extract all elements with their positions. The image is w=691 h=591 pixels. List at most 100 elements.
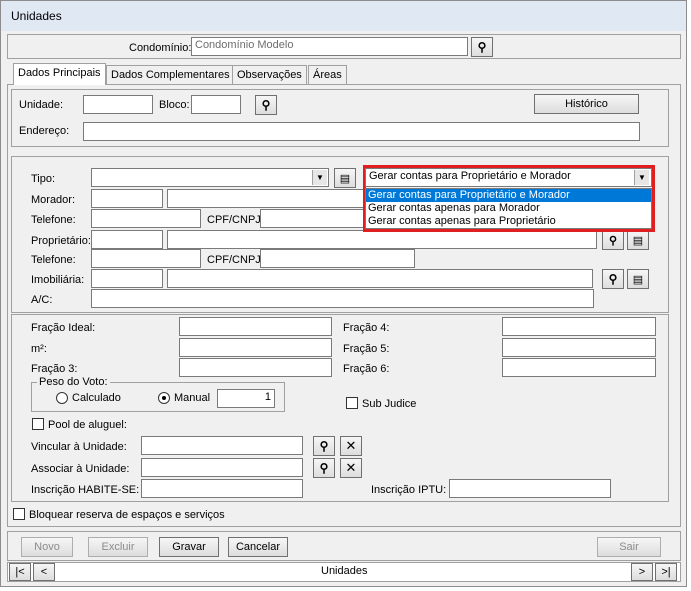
associar-input[interactable] [141, 458, 303, 477]
unidade-input[interactable] [83, 95, 153, 114]
tab-dados-principais[interactable]: Dados Principais [13, 63, 106, 85]
ac-input[interactable] [91, 289, 594, 308]
manual-label[interactable]: Manual [174, 392, 210, 404]
form-icon: ▤ [339, 172, 351, 185]
fracao-ideal-input[interactable] [179, 317, 332, 336]
vincular-label: Vincular à Unidade: [31, 441, 127, 453]
morador-name-input[interactable] [167, 189, 367, 208]
imobiliaria-code-input[interactable] [91, 269, 163, 288]
iptu-input[interactable] [449, 479, 611, 498]
sub-judice-label[interactable]: Sub Judice [362, 398, 416, 410]
ac-label: A/C: [31, 294, 53, 306]
cpf-label: CPF/CNPJ: [207, 214, 264, 226]
nav-last-button[interactable]: >| [655, 563, 677, 581]
manual-value-input[interactable]: 1 [217, 389, 275, 408]
billing-option[interactable]: Gerar contas apenas para Proprietário [366, 215, 651, 228]
search-associar-button[interactable]: ⚲ [313, 458, 335, 478]
excluir-button[interactable]: Excluir [88, 537, 148, 557]
unidades-window: Unidades Condomínio: Condomínio Modelo ⚲… [0, 0, 687, 587]
fracao5-label: Fração 5: [343, 343, 390, 355]
endereco-input[interactable] [83, 122, 640, 141]
tipo-label: Tipo: [31, 173, 56, 185]
close-icon: ✕ [345, 460, 357, 475]
habite-input[interactable] [141, 479, 303, 498]
clear-associar-button[interactable]: ✕ [340, 458, 362, 478]
billing-option[interactable]: Gerar contas para Proprietário e Morador [366, 189, 651, 202]
condominio-field[interactable]: Condomínio Modelo [191, 37, 468, 56]
historico-button[interactable]: Histórico [534, 94, 639, 114]
telefone-input[interactable] [91, 209, 201, 228]
proprietario-label: Proprietário: [31, 235, 91, 247]
calculado-radio[interactable] [56, 392, 68, 404]
fracao3-label: Fração 3: [31, 363, 78, 375]
sair-button[interactable]: Sair [597, 537, 661, 557]
manual-radio[interactable] [158, 392, 170, 404]
cpf2-input[interactable] [260, 249, 415, 268]
tab-observacoes[interactable]: Observações [232, 65, 307, 85]
binoculars-icon: ⚲ [477, 40, 487, 54]
tab-areas[interactable]: Áreas [308, 65, 347, 85]
telefone2-label: Telefone: [31, 254, 76, 266]
cancelar-button[interactable]: Cancelar [228, 537, 288, 557]
fracao4-input[interactable] [502, 317, 656, 336]
unidade-label: Unidade: [19, 99, 64, 111]
fracao6-label: Fração 6: [343, 363, 390, 375]
tab-dados-complementares[interactable]: Dados Complementares [106, 65, 235, 85]
billing-option[interactable]: Gerar contas apenas para Morador [366, 202, 651, 215]
tipo-select[interactable]: ▼ [91, 168, 329, 187]
bloco-input[interactable] [191, 95, 241, 114]
chevron-down-icon: ▼ [312, 170, 327, 185]
people-icon: ⚲ [608, 234, 618, 247]
gravar-button[interactable]: Gravar [159, 537, 219, 557]
search-vincular-button[interactable]: ⚲ [313, 436, 335, 456]
fracao-ideal-label: Fração Ideal: [31, 322, 96, 334]
cpf2-label: CPF/CNPJ: [207, 254, 264, 266]
imobiliaria-form-button[interactable]: ▤ [627, 269, 649, 289]
proprietario-name-input[interactable] [167, 230, 597, 249]
telefone2-input[interactable] [91, 249, 201, 268]
search-imobiliaria-button[interactable]: ⚲ [602, 269, 624, 289]
chevron-down-icon[interactable]: ▼ [634, 170, 649, 185]
fracao4-label: Fração 4: [343, 322, 390, 334]
billing-select[interactable]: Gerar contas para Proprietário e Morador [365, 168, 652, 187]
peso-voto-label: Peso do Voto: [37, 376, 110, 388]
pool-checkbox[interactable] [32, 418, 44, 430]
pool-label[interactable]: Pool de aluguel: [48, 419, 127, 431]
imobiliaria-label: Imobiliária: [31, 274, 85, 286]
nav-next-button[interactable]: > [631, 563, 653, 581]
fracao6-input[interactable] [502, 358, 656, 377]
morador-code-input[interactable] [91, 189, 163, 208]
search-condominio-button[interactable]: ⚲ [471, 37, 493, 57]
navigator-label: Unidades [321, 565, 368, 577]
bloquear-label[interactable]: Bloquear reserva de espaços e serviços [29, 509, 225, 521]
proprietario-form-button[interactable]: ▤ [627, 230, 649, 250]
search-unidade-button[interactable]: ⚲ [255, 95, 277, 115]
novo-button[interactable]: Novo [21, 537, 73, 557]
imobiliaria-name-input[interactable] [167, 269, 593, 288]
form-icon: ▤ [632, 273, 644, 286]
fracao3-input[interactable] [179, 358, 332, 377]
cpf-input[interactable] [260, 209, 367, 228]
bloquear-checkbox[interactable] [13, 508, 25, 520]
clear-vincular-button[interactable]: ✕ [340, 436, 362, 456]
binoculars-icon: ⚲ [319, 439, 329, 453]
fracao5-input[interactable] [502, 338, 656, 357]
endereco-label: Endereço: [19, 125, 70, 137]
binoculars-icon: ⚲ [319, 461, 329, 475]
billing-options-list: Gerar contas para Proprietário e Morador… [365, 188, 652, 229]
nav-first-button[interactable]: |< [9, 563, 31, 581]
title-bar: Unidades [1, 1, 686, 31]
binoculars-icon: ⚲ [608, 272, 618, 286]
nav-prev-button[interactable]: < [33, 563, 55, 581]
close-icon: ✕ [345, 438, 357, 453]
sub-judice-checkbox[interactable] [346, 397, 358, 409]
proprietario-code-input[interactable] [91, 230, 163, 249]
morador-label: Morador: [31, 194, 76, 206]
tipo-form-button[interactable]: ▤ [334, 168, 356, 188]
calculado-label[interactable]: Calculado [72, 392, 121, 404]
m2-input[interactable] [179, 338, 332, 357]
associar-label: Associar à Unidade: [31, 463, 130, 475]
copy-person-button[interactable]: ⚲ [602, 230, 624, 250]
vincular-input[interactable] [141, 436, 303, 455]
form-icon: ▤ [632, 234, 644, 247]
